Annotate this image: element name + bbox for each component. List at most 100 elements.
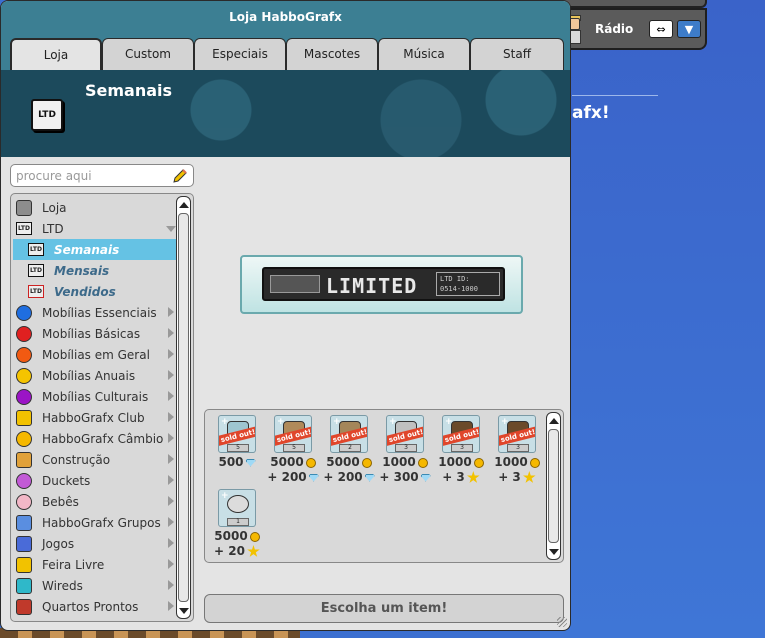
furni-thumbnail: + sold out! 3 bbox=[498, 415, 536, 453]
chevron-right-icon bbox=[168, 538, 174, 548]
sidebar-item-mobilias-em-geral[interactable]: Mobílias em Geral bbox=[13, 344, 176, 365]
ltd-icon: LTD bbox=[27, 262, 45, 280]
tab-staff[interactable]: Staff bbox=[470, 38, 564, 70]
scroll-up-button[interactable] bbox=[547, 414, 560, 427]
chevron-right-icon bbox=[168, 601, 174, 611]
groups-icon bbox=[15, 514, 33, 532]
preview-word: LIMITED bbox=[326, 274, 418, 298]
scroll-down-button[interactable] bbox=[547, 545, 560, 558]
sidebar-item-bebes[interactable]: Bebês bbox=[13, 491, 176, 512]
sidebar-item-mensais[interactable]: LTD Mensais bbox=[13, 260, 176, 281]
sidebar-item-jogos[interactable]: Jogos bbox=[13, 533, 176, 554]
extra-price-label: + 200 bbox=[323, 470, 363, 484]
background-text: afx! bbox=[572, 103, 610, 123]
chevron-right-icon bbox=[168, 370, 174, 380]
sidebar-item-semanais[interactable]: LTD Semanais bbox=[13, 239, 176, 260]
duckets-icon bbox=[15, 472, 33, 490]
chevron-right-icon bbox=[168, 496, 174, 506]
background-divider bbox=[572, 95, 658, 96]
product-item[interactable]: + sold out! 3 1000 + 300 bbox=[375, 412, 435, 486]
product-scrollbar[interactable] bbox=[546, 412, 561, 560]
catalog-window: Loja HabboGrafx Loja Custom Especiais Ma… bbox=[0, 0, 571, 631]
stock-count: 5 bbox=[283, 444, 305, 452]
radio-expand-button[interactable]: ⇔ bbox=[649, 20, 673, 38]
product-item[interactable]: + sold out! 2 5000 + 200 bbox=[319, 412, 379, 486]
baby-icon bbox=[15, 493, 33, 511]
coin-icon bbox=[249, 531, 260, 542]
chevron-right-icon bbox=[168, 475, 174, 485]
product-item[interactable]: + sold out! 3 1000 + 3 bbox=[487, 412, 547, 486]
marketplace-icon bbox=[15, 556, 33, 574]
choose-item-button[interactable]: Escolha um item! bbox=[204, 594, 564, 623]
sidebar-item-feira-livre[interactable]: Feira Livre bbox=[13, 554, 176, 575]
tab-custom[interactable]: Custom bbox=[102, 38, 194, 70]
diamond-icon bbox=[420, 473, 431, 482]
sidebar-item-habbografx-club[interactable]: HabboGrafx Club bbox=[13, 407, 176, 428]
builder-icon bbox=[15, 451, 33, 469]
item-preview: LIMITED LTD ID: 0514-1000 bbox=[240, 255, 523, 314]
red-circle-icon bbox=[15, 325, 33, 343]
chevron-down-icon: ▼ bbox=[684, 22, 694, 36]
pencil-icon[interactable] bbox=[172, 168, 188, 184]
price-label: 1000 bbox=[438, 455, 472, 469]
sidebar-item-mobilias-culturais[interactable]: Mobílias Culturais bbox=[13, 386, 176, 407]
scroll-thumb[interactable] bbox=[548, 429, 559, 543]
sidebar-item-mobilias-anuais[interactable]: Mobílias Anuais bbox=[13, 365, 176, 386]
window-title[interactable]: Loja HabboGrafx bbox=[1, 1, 570, 33]
extra-price-label: + 200 bbox=[267, 470, 307, 484]
stock-count: 3 bbox=[451, 444, 473, 452]
sidebar-item-wireds[interactable]: Wireds bbox=[13, 575, 176, 596]
coin-icon bbox=[417, 457, 428, 468]
sidebar-item-vendidos[interactable]: LTD Vendidos bbox=[13, 281, 176, 302]
price-label: 5000 bbox=[214, 529, 248, 543]
chevron-right-icon bbox=[168, 391, 174, 401]
tab-loja[interactable]: Loja bbox=[10, 38, 102, 72]
arrows-horizontal-icon: ⇔ bbox=[656, 22, 666, 36]
sidebar-item-loja[interactable]: Loja bbox=[13, 197, 176, 218]
shop-icon bbox=[15, 199, 33, 217]
radio-label: Rádio bbox=[595, 22, 634, 36]
sidebar-item-construcao[interactable]: Construção bbox=[13, 449, 176, 470]
stock-count: 3 bbox=[395, 444, 417, 452]
coin-icon bbox=[305, 457, 316, 468]
search-input[interactable] bbox=[11, 165, 161, 186]
sidebar-item-mobilias-essenciais[interactable]: Mobílias Essenciais bbox=[13, 302, 176, 323]
sidebar-item-quartos-prontos[interactable]: Quartos Prontos bbox=[13, 596, 176, 617]
sidebar-item-duckets[interactable]: Duckets bbox=[13, 470, 176, 491]
preview-info: LTD ID: 0514-1000 bbox=[436, 272, 500, 296]
price-label: 500 bbox=[218, 455, 244, 469]
search-box bbox=[10, 164, 194, 187]
product-item[interactable]: + sold out! 5 5000 + 200 bbox=[263, 412, 323, 486]
category-scrollbar[interactable] bbox=[176, 196, 191, 619]
sidebar-item-habbografx-grupos[interactable]: HabboGrafx Grupos bbox=[13, 512, 176, 533]
sidebar-item-ltd[interactable]: LTD LTD bbox=[13, 218, 176, 239]
tab-mascotes[interactable]: Mascotes bbox=[286, 38, 378, 70]
arrow-down-icon bbox=[548, 548, 559, 555]
blue-circle-icon bbox=[15, 304, 33, 322]
purple-circle-icon bbox=[15, 388, 33, 406]
tab-musica[interactable]: Música bbox=[378, 38, 470, 70]
sidebar-item-habbografx-cambio[interactable]: HabboGrafx Câmbio bbox=[13, 428, 176, 449]
header-decoration bbox=[181, 70, 570, 157]
scroll-down-button[interactable] bbox=[177, 604, 190, 617]
product-item[interactable]: + sold out! 3 1000 + 3 bbox=[431, 412, 491, 486]
diamond-icon bbox=[308, 473, 319, 482]
product-item[interactable]: + 1 5000 + 20 bbox=[207, 486, 267, 560]
radio-dropdown-button[interactable]: ▼ bbox=[677, 20, 701, 38]
product-item[interactable]: + sold out! 5 500 bbox=[207, 412, 267, 486]
ltd-icon: LTD bbox=[31, 99, 63, 131]
extra-price-label: + 3 bbox=[442, 470, 465, 484]
scroll-up-button[interactable] bbox=[177, 198, 190, 211]
tab-especiais[interactable]: Especiais bbox=[194, 38, 286, 70]
limited-plate-image: LIMITED LTD ID: 0514-1000 bbox=[262, 267, 505, 301]
furni-thumbnail: + sold out! 2 bbox=[330, 415, 368, 453]
scroll-thumb[interactable] bbox=[178, 213, 189, 602]
arrow-down-icon bbox=[178, 607, 189, 614]
page-header: LTD Semanais bbox=[1, 70, 570, 157]
resize-handle[interactable] bbox=[557, 617, 567, 627]
tab-bar: Loja Custom Especiais Mascotes Música St… bbox=[1, 33, 570, 72]
diamond-icon bbox=[245, 458, 256, 467]
star-icon bbox=[467, 471, 480, 483]
extra-price-label: + 300 bbox=[379, 470, 419, 484]
sidebar-item-mobilias-basicas[interactable]: Mobílias Básicas bbox=[13, 323, 176, 344]
